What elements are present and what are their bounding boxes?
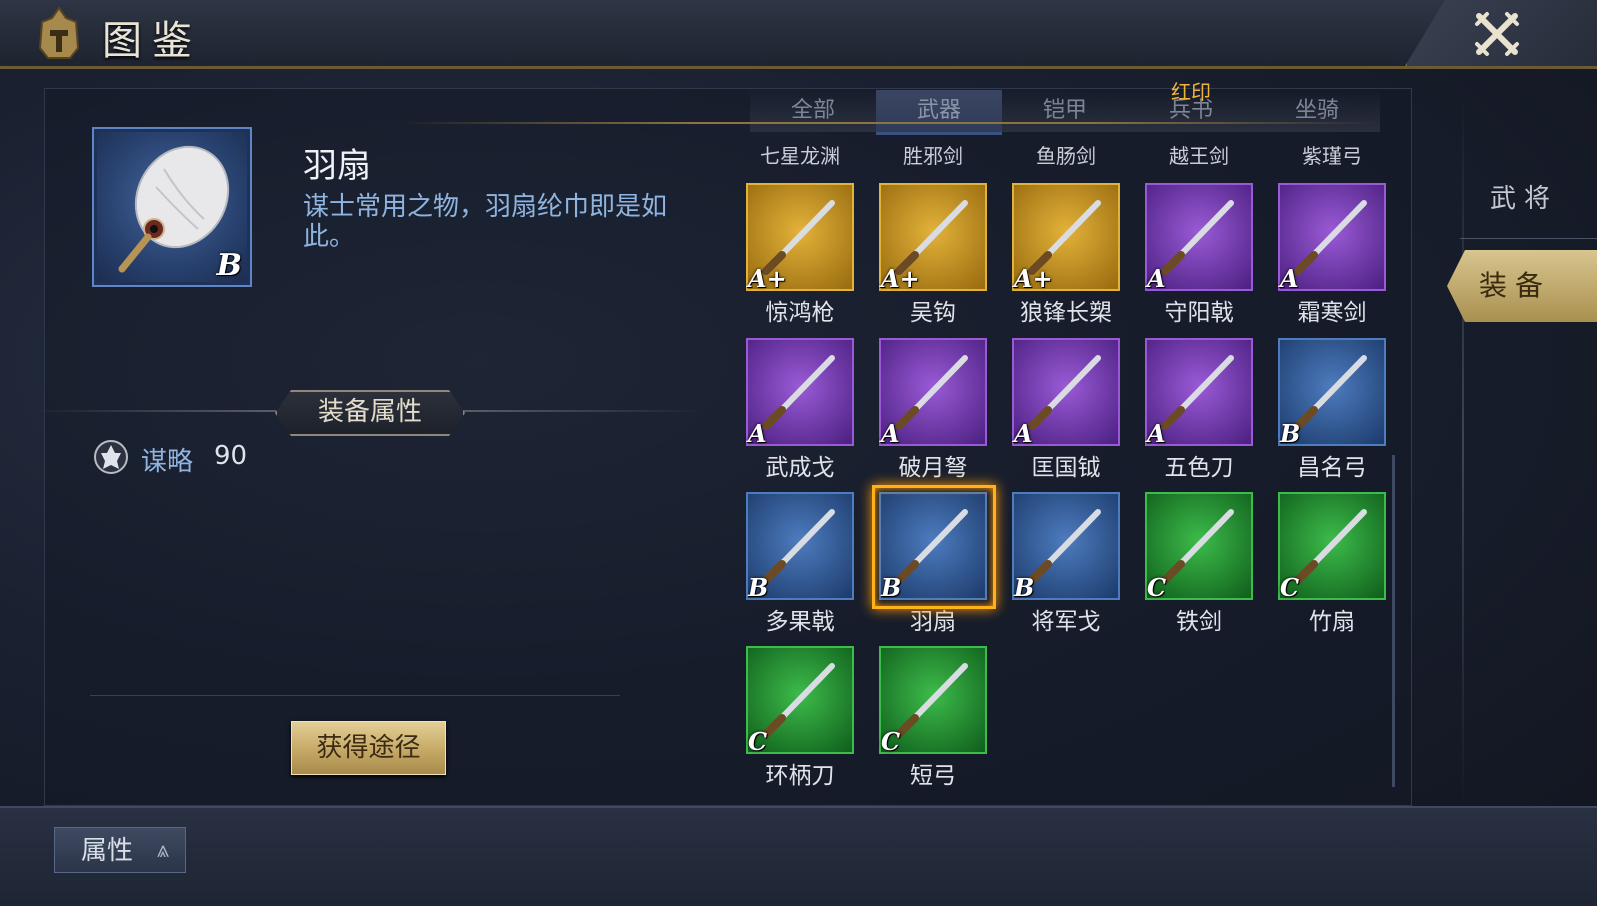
tab-all[interactable]: 全部 xyxy=(750,90,876,132)
item-cell[interactable]: A xyxy=(1145,183,1253,293)
item-cell[interactable]: C xyxy=(1145,492,1253,602)
item-label: 狼锋长槊 xyxy=(1020,300,1112,326)
grade-label: C xyxy=(1147,573,1167,602)
grade-label: A+ xyxy=(881,264,920,293)
grid-scrollbar[interactable] xyxy=(1392,455,1395,787)
side-divider xyxy=(1462,90,1464,805)
obtain-route-button[interactable]: 获得途径 xyxy=(291,721,446,775)
item-label: 五色刀 xyxy=(1164,455,1234,481)
item-grid: 七星龙渊 胜邪剑 鱼肠剑 越王剑 紫瑾弓 A+ 惊鸿枪 A+ 吴钩 A+ 狼锋长槊 A 守阳戟 xyxy=(714,128,1394,800)
red-seal-badge: 红印 xyxy=(1171,80,1211,104)
equipment-attributes-header: 装备属性 xyxy=(275,390,465,436)
stat-value: 90 xyxy=(214,441,248,471)
item-cell[interactable]: C xyxy=(1278,492,1386,602)
item-cell[interactable]: A xyxy=(1145,338,1253,448)
tab-mounts[interactable]: 坐骑 xyxy=(1254,90,1380,132)
bottom-bar xyxy=(0,806,1597,906)
grade-label: A xyxy=(1147,264,1166,293)
grade-label: C xyxy=(748,727,768,756)
grade-label: A+ xyxy=(1014,264,1053,293)
item-label: 破月弩 xyxy=(898,455,968,481)
item-label: 武成戈 xyxy=(765,455,835,481)
attributes-label: 属性 xyxy=(81,836,134,866)
item-cell[interactable]: B xyxy=(1012,492,1120,602)
selection-highlight xyxy=(872,485,996,609)
partial-row-label: 越王剑 xyxy=(1169,144,1229,168)
attributes-button[interactable]: 属性 ⩓ xyxy=(54,827,186,873)
partial-row-label: 胜邪剑 xyxy=(903,144,963,168)
side-tab-separator xyxy=(1460,238,1597,239)
close-area xyxy=(1405,0,1597,66)
grade-label: C xyxy=(1280,573,1300,602)
item-name: 羽扇 xyxy=(303,146,371,186)
grade-label: C xyxy=(881,727,901,756)
partial-row-label: 紫瑾弓 xyxy=(1302,144,1362,168)
category-tabs: 全部 武器 铠甲 兵书 红印 坐骑 xyxy=(750,80,1380,135)
grade-label: B xyxy=(1280,419,1301,448)
side-tab-generals[interactable]: 武将 xyxy=(1490,178,1558,215)
item-cell[interactable]: A xyxy=(879,338,987,448)
item-label: 短弓 xyxy=(910,763,956,789)
grade-label: A xyxy=(1147,419,1166,448)
divider-left xyxy=(30,410,276,412)
item-label: 多果戟 xyxy=(765,609,835,635)
item-cell[interactable]: A xyxy=(746,338,854,448)
top-bar: 图鉴 xyxy=(0,0,1597,69)
item-label: 环柄刀 xyxy=(765,763,835,789)
tab-books[interactable]: 兵书 红印 xyxy=(1128,80,1254,132)
item-description: 谋士常用之物，羽扇纶巾即是如此。 xyxy=(303,192,668,252)
strategy-icon xyxy=(94,440,128,474)
item-label: 将军戈 xyxy=(1031,609,1101,635)
stat-name: 谋略 xyxy=(141,447,194,477)
grade-label: B xyxy=(748,573,769,602)
grade-label: A xyxy=(1280,264,1299,293)
grade-label: A+ xyxy=(748,264,787,293)
item-cell[interactable]: A+ xyxy=(746,183,854,293)
item-label: 铁剑 xyxy=(1176,609,1222,635)
item-cell[interactable]: A xyxy=(1278,183,1386,293)
helmet-icon xyxy=(38,6,80,59)
item-label: 吴钩 xyxy=(910,300,956,326)
item-label: 惊鸿枪 xyxy=(765,300,835,326)
item-cell[interactable]: A xyxy=(1012,338,1120,448)
item-cell[interactable]: B xyxy=(746,492,854,602)
divider-right xyxy=(462,410,702,412)
left-divider xyxy=(90,695,620,696)
partial-row-label: 七星龙渊 xyxy=(760,144,840,168)
chevron-up-icon: ⩓ xyxy=(156,838,169,863)
page-title: 图鉴 xyxy=(102,18,202,64)
partial-row-label: 鱼肠剑 xyxy=(1036,144,1096,168)
item-label: 竹扇 xyxy=(1309,609,1355,635)
grade-label: A xyxy=(1014,419,1033,448)
grade-label: B xyxy=(1014,573,1035,602)
item-label: 守阳戟 xyxy=(1164,300,1234,326)
selected-item-frame: B xyxy=(92,127,252,287)
grade-label: A xyxy=(748,419,767,448)
close-crossed-swords-icon[interactable] xyxy=(1473,10,1521,58)
item-cell[interactable]: A+ xyxy=(1012,183,1120,293)
grade-label: A xyxy=(881,419,900,448)
grade-badge: B xyxy=(216,248,242,283)
item-label: 霜寒剑 xyxy=(1297,300,1367,326)
item-label: 昌名弓 xyxy=(1297,455,1367,481)
tab-armor[interactable]: 铠甲 xyxy=(1002,90,1128,132)
item-cell[interactable]: A+ xyxy=(879,183,987,293)
item-cell[interactable]: B xyxy=(1278,338,1386,448)
item-cell[interactable]: C xyxy=(879,646,987,756)
item-cell[interactable]: C xyxy=(746,646,854,756)
tabs-underline xyxy=(400,122,1380,124)
item-label: 匡国钺 xyxy=(1031,455,1101,481)
side-tab-equipment[interactable]: 装备 xyxy=(1447,250,1597,322)
